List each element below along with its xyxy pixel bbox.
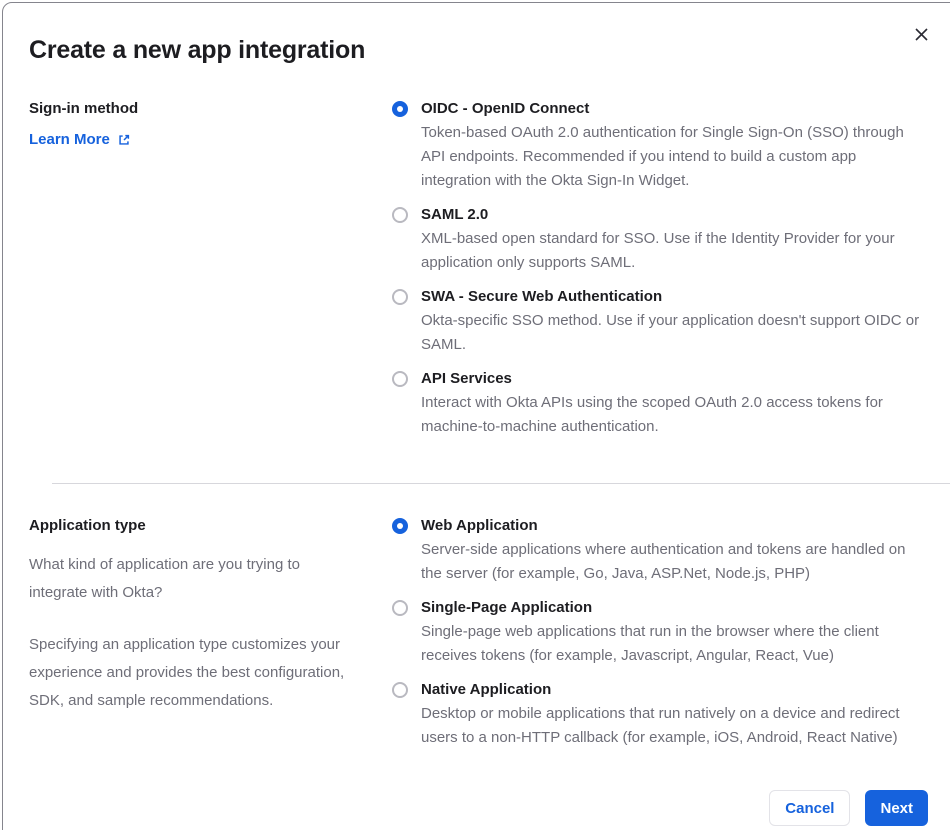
signin-option-saml: SAML 2.0 XML-based open standard for SSO… (392, 203, 928, 275)
apptype-option-native-description: Desktop or mobile applications that run … (421, 705, 900, 746)
radio-web-application[interactable] (392, 518, 408, 534)
section-divider (52, 483, 950, 484)
learn-more-label: Learn More (29, 131, 110, 148)
apptype-option-web-label[interactable]: Web Application (421, 514, 923, 538)
signin-option-saml-label[interactable]: SAML 2.0 (421, 203, 923, 227)
next-button[interactable]: Next (865, 790, 928, 826)
application-type-description-2: Specifying an application type customize… (29, 636, 345, 709)
dialog-header: Create a new app integration (29, 3, 928, 65)
learn-more-link[interactable]: Learn More (29, 131, 131, 148)
application-type-section: Application type What kind of applicatio… (29, 514, 928, 760)
apptype-option-web-description: Server-side applications where authentic… (421, 541, 906, 582)
signin-option-oidc: OIDC - OpenID Connect Token-based OAuth … (392, 97, 928, 193)
radio-api-services[interactable] (392, 371, 408, 387)
application-type-label: Application type (29, 517, 146, 534)
application-type-description-1: What kind of application are you trying … (29, 556, 300, 601)
signin-option-api-services: API Services Interact with Okta APIs usi… (392, 367, 928, 439)
signin-option-oidc-description: Token-based OAuth 2.0 authentication for… (421, 124, 904, 189)
dialog-footer: Cancel Next (29, 790, 928, 826)
signin-option-swa-label[interactable]: SWA - Secure Web Authentication (421, 285, 923, 309)
signin-option-api-services-label[interactable]: API Services (421, 367, 923, 391)
radio-saml[interactable] (392, 207, 408, 223)
radio-swa[interactable] (392, 289, 408, 305)
apptype-option-spa: Single-Page Application Single-page web … (392, 596, 928, 668)
signin-option-api-services-description: Interact with Okta APIs using the scoped… (421, 394, 883, 435)
signin-option-swa: SWA - Secure Web Authentication Okta-spe… (392, 285, 928, 357)
apptype-option-spa-label[interactable]: Single-Page Application (421, 596, 923, 620)
apptype-option-native: Native Application Desktop or mobile app… (392, 678, 928, 750)
radio-native-application[interactable] (392, 682, 408, 698)
signin-method-label: Sign-in method (29, 100, 139, 117)
signin-option-saml-description: XML-based open standard for SSO. Use if … (421, 230, 895, 271)
signin-option-oidc-label[interactable]: OIDC - OpenID Connect (421, 97, 923, 121)
signin-option-swa-description: Okta-specific SSO method. Use if your ap… (421, 312, 920, 353)
radio-single-page-application[interactable] (392, 600, 408, 616)
apptype-option-web: Web Application Server-side applications… (392, 514, 928, 586)
apptype-option-native-label[interactable]: Native Application (421, 678, 923, 702)
apptype-option-spa-description: Single-page web applications that run in… (421, 623, 879, 664)
dialog-title: Create a new app integration (29, 36, 366, 64)
cancel-button[interactable]: Cancel (769, 790, 851, 826)
signin-method-section: Sign-in method Learn More OIDC - OpenID … (29, 97, 928, 449)
external-link-icon (117, 133, 131, 147)
create-app-integration-dialog: Create a new app integration Sign-in met… (2, 2, 950, 830)
radio-oidc[interactable] (392, 101, 408, 117)
